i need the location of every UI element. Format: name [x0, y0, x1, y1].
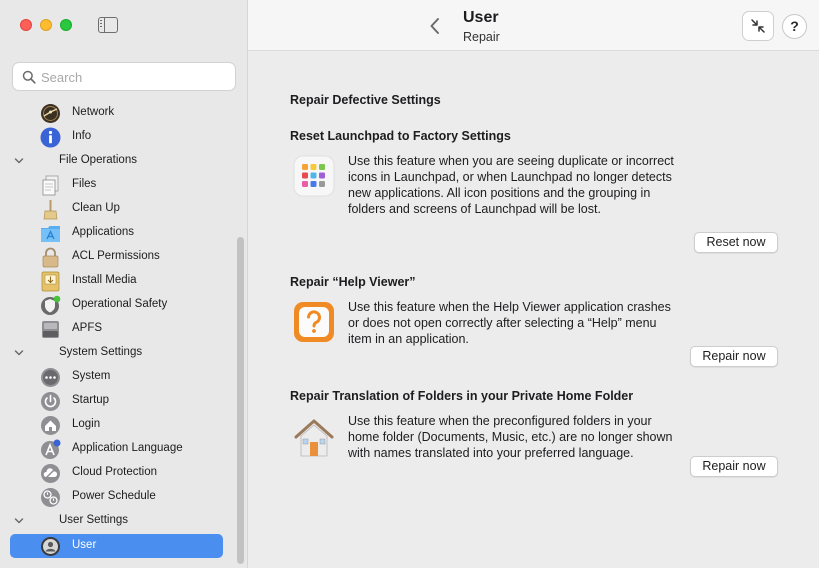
sidebar-group-label: File Operations	[59, 154, 137, 166]
chevron-down-icon[interactable]	[13, 347, 25, 359]
power-schedule-icon	[41, 488, 60, 507]
reset-launchpad-button[interactable]: Reset now	[694, 232, 778, 253]
ellipsis-circle-icon	[41, 368, 60, 387]
network-icon	[41, 104, 60, 123]
sidebar-item-label: System	[72, 370, 111, 382]
feature-description-launchpad: Use this feature when you are seeing dup…	[348, 154, 674, 216]
collapse-button[interactable]	[742, 11, 774, 41]
sidebar-group-file-operations[interactable]: File Operations	[10, 149, 223, 173]
sidebar-item-label: Info	[72, 130, 92, 142]
close-window-button[interactable]	[20, 19, 32, 31]
sidebar-item-network[interactable]: Network	[10, 101, 223, 125]
scrollbar-thumb[interactable]	[237, 237, 244, 564]
cloud-icon	[41, 464, 60, 483]
lock-icon	[42, 247, 59, 268]
search-icon	[22, 70, 36, 84]
house-icon	[41, 416, 60, 435]
sidebar-item-system[interactable]: System	[10, 365, 223, 389]
files-icon	[42, 175, 59, 196]
sidebar-item-user[interactable]: User	[10, 534, 223, 558]
page-title: User	[463, 9, 499, 26]
search-input[interactable]	[41, 67, 231, 87]
feature-description-home-folder: Use this feature when the preconfigured …	[348, 414, 673, 460]
power-icon	[41, 392, 60, 411]
home-folder-icon	[294, 419, 334, 457]
feature-title-launchpad: Reset Launchpad to Factory Settings	[290, 129, 511, 143]
user-icon	[41, 537, 60, 556]
app-window: Network Info File Operations	[0, 0, 819, 568]
app-language-icon	[41, 439, 61, 459]
sidebar-item-label: Files	[72, 178, 97, 190]
launchpad-icon	[293, 155, 335, 197]
chevron-down-icon[interactable]	[13, 515, 25, 527]
sidebar-item-label: Install Media	[72, 274, 137, 286]
toolbar: User Repair ?	[248, 0, 819, 51]
sidebar-item-label: Network	[72, 106, 115, 118]
sidebar-item-label: ACL Permissions	[72, 250, 160, 262]
sidebar-item-clean-up[interactable]: Clean Up	[10, 197, 223, 221]
feature-title-home-folder: Repair Translation of Folders in your Pr…	[290, 389, 634, 403]
window-controls	[20, 19, 72, 31]
sidebar-item-label: User	[72, 539, 97, 551]
repair-help-viewer-button[interactable]: Repair now	[690, 346, 778, 367]
chevron-down-icon[interactable]	[13, 155, 25, 167]
help-button[interactable]: ?	[782, 14, 807, 39]
sidebar-item-label: Application Language	[72, 442, 183, 454]
section-title: Repair Defective Settings	[290, 93, 441, 107]
sidebar-tree: Network Info File Operations Files Clean…	[0, 101, 234, 568]
shield-icon	[41, 295, 61, 315]
install-media-icon	[41, 271, 60, 292]
sidebar-toggle-icon[interactable]	[98, 17, 118, 33]
zoom-window-button[interactable]	[60, 19, 72, 31]
sidebar-item-cloud-protection[interactable]: Cloud Protection	[10, 461, 223, 485]
sidebar-item-install-media[interactable]: Install Media	[10, 269, 223, 293]
sidebar-item-info[interactable]: Info	[10, 125, 223, 149]
sidebar-group-label: User Settings	[59, 514, 129, 526]
applications-folder-icon	[41, 226, 60, 242]
sidebar-item-files[interactable]: Files	[10, 173, 223, 197]
feature-title-help-viewer: Repair “Help Viewer”	[290, 275, 416, 289]
sidebar-item-label: Applications	[72, 226, 135, 238]
sidebar-item-label: Operational Safety	[72, 298, 168, 310]
collapse-arrows-icon	[751, 19, 765, 33]
sidebar-item-operational-safety[interactable]: Operational Safety	[10, 293, 223, 317]
sidebar: Network Info File Operations	[0, 0, 248, 568]
sidebar-item-label: Clean Up	[72, 202, 120, 214]
main-content: Repair Defective Settings Reset Launchpa…	[248, 51, 819, 568]
sidebar-item-apfs[interactable]: APFS	[10, 317, 223, 341]
drive-icon	[42, 321, 59, 338]
back-chevron-icon[interactable]	[428, 16, 442, 36]
sidebar-item-power-schedule[interactable]: Power Schedule	[10, 485, 223, 509]
help-viewer-icon	[294, 302, 334, 342]
sidebar-scrollbar[interactable]	[234, 101, 247, 568]
sidebar-item-applications[interactable]: Applications	[10, 221, 223, 245]
page-subtitle: Repair	[463, 30, 500, 44]
sidebar-group-user-settings[interactable]: User Settings	[10, 509, 223, 533]
broom-icon	[43, 200, 58, 220]
sidebar-group-label: System Settings	[59, 346, 143, 358]
sidebar-group-system-settings[interactable]: System Settings	[10, 341, 223, 365]
minimize-window-button[interactable]	[40, 19, 52, 31]
sidebar-item-label: Power Schedule	[72, 490, 156, 502]
repair-home-folder-button[interactable]: Repair now	[690, 456, 778, 477]
info-icon	[40, 127, 61, 148]
sidebar-item-startup[interactable]: Startup	[10, 389, 223, 413]
sidebar-item-acl-permissions[interactable]: ACL Permissions	[10, 245, 223, 269]
sidebar-item-application-language[interactable]: Application Language	[10, 437, 223, 461]
sidebar-item-label: APFS	[72, 322, 103, 334]
feature-description-help-viewer: Use this feature when the Help Viewer ap…	[348, 300, 671, 346]
sidebar-item-label: Startup	[72, 394, 110, 406]
sidebar-item-label: Login	[72, 418, 101, 430]
sidebar-item-label: Cloud Protection	[72, 466, 158, 478]
search-field[interactable]	[12, 62, 236, 91]
sidebar-item-login[interactable]: Login	[10, 413, 223, 437]
